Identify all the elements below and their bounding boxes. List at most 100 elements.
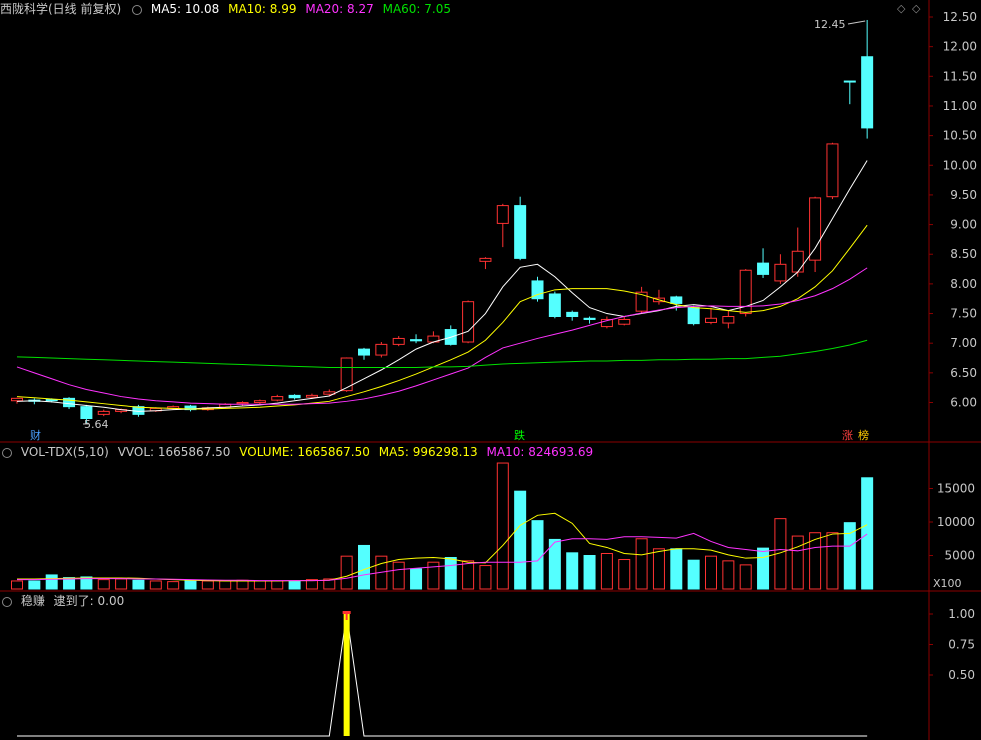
price-tick-label: 8.50	[950, 247, 977, 261]
price-tick-label: 9.00	[950, 218, 977, 232]
indicator-value: 逮到了: 0.00	[53, 594, 125, 608]
volume-bar	[184, 580, 197, 590]
price-tick-label: 11.50	[943, 69, 977, 83]
volume-bar	[514, 490, 527, 590]
volume-bar	[496, 462, 509, 590]
candle-body	[548, 293, 561, 318]
price-tick-label: 9.50	[950, 188, 977, 202]
candle-body	[861, 56, 874, 129]
main-legend: 西陇科学(日线 前复权) MA5: 10.08 MA10: 8.99 MA20:…	[0, 1, 456, 17]
candle-body	[358, 348, 370, 356]
candle-body	[253, 400, 266, 403]
price-tick-label: 12.00	[943, 40, 977, 54]
candle-body	[757, 262, 770, 275]
tag-finance[interactable]: 财	[30, 429, 41, 442]
high-pointer	[847, 20, 866, 25]
settings-circle-icon[interactable]	[2, 596, 12, 607]
stock-title: 西陇科学(日线 前复权)	[0, 2, 122, 16]
chart-canvas[interactable]: 6.00 6.50 7.00 7.50 8.00 8.50 9.00 9.50 10.00 10.…	[0, 0, 981, 740]
price-tick-label: 6.00	[950, 396, 977, 410]
candle-body	[687, 307, 700, 325]
volume-bar	[201, 580, 214, 590]
candle-body	[566, 311, 579, 318]
volume-bar	[288, 580, 301, 590]
tag-fall[interactable]: 跌	[514, 429, 525, 442]
volume-tick-label: 5000	[944, 549, 975, 563]
candle-body	[791, 250, 804, 273]
candle-body	[826, 143, 839, 198]
volume-bar	[219, 580, 232, 590]
candle-body	[375, 343, 388, 356]
candle-body	[583, 317, 596, 320]
volume-bar	[705, 555, 717, 590]
candle-body	[705, 317, 717, 323]
volume-legend: VOL-TDX(5,10) VVOL: 1665867.50 VOLUME: 1…	[0, 444, 598, 460]
indicator-tick-label: 0.50	[948, 668, 975, 682]
settings-circle-icon[interactable]	[132, 4, 143, 15]
volume-bar	[652, 548, 665, 590]
volume-bar	[45, 574, 58, 590]
volume-bar	[618, 559, 631, 590]
indicator-tick-label: 1.00	[948, 607, 975, 621]
volume-bar	[826, 532, 839, 590]
high-price-label: 12.45	[814, 18, 846, 31]
volume-bar	[11, 580, 23, 590]
volume-bar	[670, 548, 683, 590]
volume-bar	[600, 552, 613, 590]
candle-body	[271, 396, 284, 401]
volume-bar	[791, 535, 804, 590]
ma-line-ma5	[16, 160, 868, 412]
diamond-icon[interactable]: ◇	[897, 2, 905, 15]
candle-body	[479, 257, 492, 262]
candle-body	[45, 399, 58, 402]
candle-body	[462, 301, 475, 343]
candle-body	[288, 394, 301, 399]
candle-body	[392, 337, 405, 345]
volume-bar	[479, 565, 492, 590]
candle-body	[843, 80, 856, 83]
candle-body	[722, 316, 735, 324]
volume-tick-label: 10000	[937, 515, 975, 529]
indicator-legend: 稳赚 逮到了: 0.00	[0, 593, 129, 609]
volume-bar	[739, 564, 752, 590]
volume-bar	[271, 580, 284, 590]
ma-line-ma10	[16, 224, 868, 410]
candle-body	[236, 402, 249, 405]
tag-rise[interactable]: 涨	[842, 429, 853, 442]
price-tick-label: 10.00	[943, 158, 977, 172]
indicator-name: 稳赚	[20, 594, 45, 608]
volume-bar	[28, 580, 41, 590]
price-tick-label: 11.00	[943, 99, 977, 113]
volume-bar	[462, 560, 475, 590]
candle-body	[514, 205, 527, 259]
tag-ranking[interactable]: 榜	[858, 429, 869, 442]
settings-circle-icon[interactable]	[2, 447, 12, 458]
price-tick-label: 10.50	[943, 129, 977, 143]
volume-unit: X100	[931, 577, 964, 590]
ma60-label: MA60: 7.05	[382, 2, 452, 16]
indicator-tick-label: 0.75	[948, 638, 975, 652]
candle-body	[670, 296, 683, 304]
collapse-icon[interactable]: ◇	[912, 2, 920, 15]
ma5-label: MA5: 10.08	[150, 2, 220, 16]
vol-ma5-label: MA5: 996298.13	[378, 445, 478, 459]
volume-bar	[444, 557, 457, 590]
volume-ma-ma5	[17, 512, 868, 582]
price-tick-label: 7.00	[950, 336, 977, 350]
vvol-label: VVOL: 1665867.50	[117, 445, 231, 459]
volume-bar	[531, 520, 544, 590]
volume-bar	[392, 561, 405, 590]
volume-bar	[253, 580, 266, 590]
ma20-label: MA20: 8.27	[305, 2, 374, 16]
volume-bar	[132, 579, 145, 590]
volume-bar	[115, 578, 128, 590]
ma10-label: MA10: 8.99	[228, 2, 297, 16]
candle-body	[11, 397, 23, 402]
candle-body	[774, 263, 787, 282]
candle-body	[496, 205, 509, 224]
volume-bar	[566, 552, 579, 590]
volume-bar	[236, 579, 249, 590]
volume-bar	[167, 581, 180, 590]
volume-bar	[635, 538, 648, 590]
volume-bar	[843, 522, 856, 590]
